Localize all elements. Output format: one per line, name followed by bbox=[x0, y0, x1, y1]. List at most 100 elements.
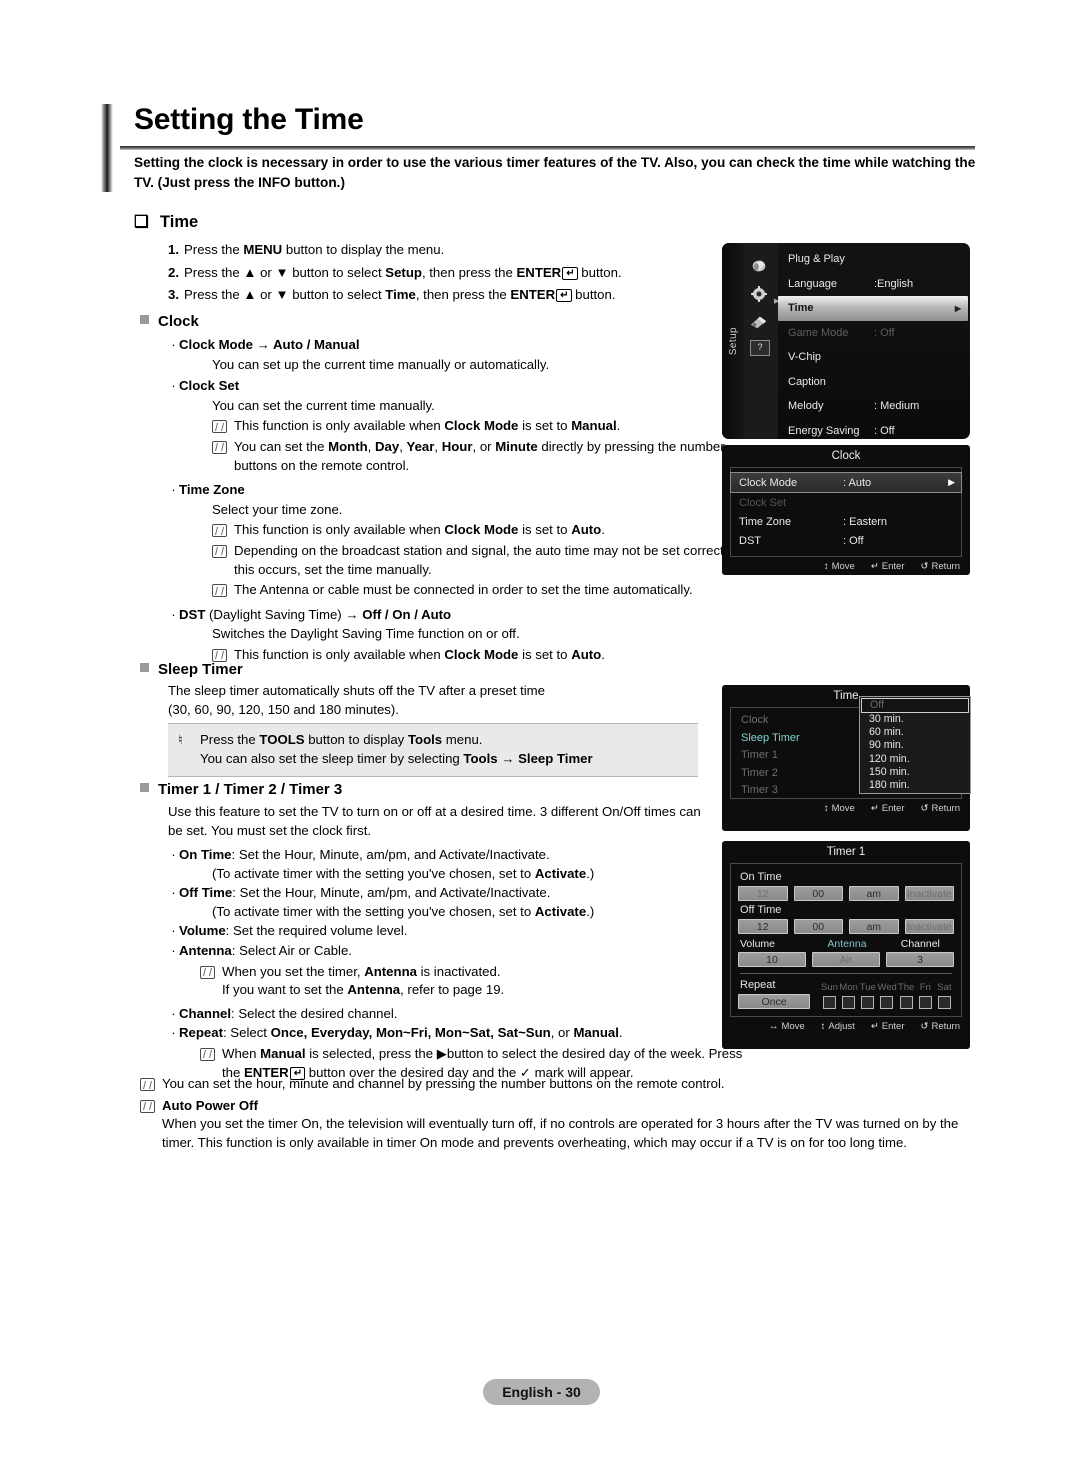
timer-menu-title: Timer 1 bbox=[826, 846, 866, 858]
on-time-label: On Time bbox=[740, 871, 782, 883]
enter-key-icon: ↵ bbox=[870, 561, 879, 572]
clock-menu-title: Clock bbox=[831, 450, 861, 462]
setup-item-energy-saving[interactable]: Energy Saving : Off bbox=[778, 419, 970, 440]
footer-adjust: ↕ Adjust bbox=[820, 1021, 855, 1032]
day-checkbox[interactable] bbox=[880, 996, 894, 1009]
day-tue[interactable]: Tue bbox=[858, 982, 877, 1009]
sleep-option-180[interactable]: 180 min. bbox=[861, 779, 969, 792]
channel-value[interactable]: 3 bbox=[886, 952, 954, 967]
section-heading-sleep-timer: Sleep Timer bbox=[140, 661, 740, 680]
header-accent-bar bbox=[101, 104, 113, 192]
day-wed[interactable]: Wed bbox=[877, 982, 897, 1009]
repeat-left: Repeat Once bbox=[738, 979, 810, 1009]
on-time-minute[interactable]: 00 bbox=[793, 886, 843, 901]
off-time-activate[interactable]: Inactivate bbox=[904, 919, 954, 934]
footer-enter: ↵ Enter bbox=[870, 561, 905, 572]
day-sat[interactable]: Sat bbox=[935, 982, 954, 1009]
bullet-icon: · bbox=[171, 606, 176, 622]
setup-item-v-chip[interactable]: V-Chip bbox=[778, 345, 970, 370]
setup-item-caption[interactable]: Caption bbox=[778, 370, 970, 395]
footer-enter: ↵ Enter bbox=[870, 803, 905, 814]
bullet-icon: · bbox=[171, 337, 176, 352]
step-1: 1. Press the MENU button to display the … bbox=[168, 241, 748, 260]
tv-setup-menu: Setup ? ▶ Plug & Play Language :English … bbox=[722, 243, 970, 439]
setup-item-melody[interactable]: Melody : Medium bbox=[778, 394, 970, 419]
tv-timer1-menu: Timer 1 On Time 12 00 am Inactivate Off … bbox=[722, 841, 970, 1049]
clock-row-clock-set: Clock Set bbox=[739, 496, 787, 509]
sleep-desc-line1: The sleep timer automatically shuts off … bbox=[168, 683, 545, 698]
clock-row-clock-mode[interactable]: Clock Mode : Auto ▶ bbox=[730, 472, 962, 493]
volume-item: · Volume: Set the required volume level. bbox=[168, 922, 748, 941]
day-thu[interactable]: The bbox=[897, 982, 916, 1009]
off-time-ampm[interactable]: am bbox=[849, 919, 899, 934]
day-checkbox[interactable] bbox=[842, 996, 856, 1009]
day-mon[interactable]: Mon bbox=[839, 982, 858, 1009]
antenna-note-2: If you want to set the Antenna, refer to… bbox=[222, 982, 505, 998]
setup-icon-column: ? bbox=[744, 243, 778, 439]
step-1-text: Press the MENU button to display the men… bbox=[184, 242, 445, 257]
chevron-right-icon: ▶ bbox=[948, 477, 955, 487]
on-time-item: · On Time: Set the Hour, Minute, am/pm, a… bbox=[168, 846, 748, 883]
channel-item: · Channel: Select the desired channel. bbox=[168, 1005, 748, 1024]
off-time-hour[interactable]: 12 bbox=[738, 919, 788, 934]
timer-menu-body: On Time 12 00 am Inactivate Off Time 12 … bbox=[730, 863, 962, 1017]
setup-item-language[interactable]: Language :English bbox=[778, 272, 970, 297]
sleep-option-30[interactable]: 30 min. bbox=[861, 713, 969, 726]
day-checkbox[interactable] bbox=[823, 996, 836, 1009]
step-2-text: Press the ▲ or ▼ button to select Setup,… bbox=[184, 264, 622, 280]
tv-sleep-timer-menu: Time Clock Sleep Timer Timer 1 Timer 2 T… bbox=[722, 685, 971, 831]
antenna-value: Air bbox=[812, 952, 880, 967]
sleep-option-off[interactable]: Off bbox=[861, 698, 969, 713]
tv-clock-menu: Clock Clock Mode : Auto ▶ Clock Set Time… bbox=[722, 445, 970, 575]
hand-icon[interactable] bbox=[748, 257, 774, 279]
tools-callout: ♮ Press the TOOLS button to display Tool… bbox=[168, 723, 698, 778]
off-time-minute[interactable]: 00 bbox=[793, 919, 843, 934]
time-zone-note-1: This function is only available when Clo… bbox=[212, 521, 748, 540]
volume-value[interactable]: 10 bbox=[738, 952, 806, 967]
off-time-item: · Off Time: Set the Hour, Minute, am/pm, … bbox=[168, 884, 748, 921]
auto-power-off-desc: When you set the timer On, the televisio… bbox=[162, 1116, 959, 1150]
filled-square-icon bbox=[140, 663, 149, 672]
antenna-note-1: When you set the timer, Antenna is inact… bbox=[200, 963, 748, 982]
dst-desc: Switches the Daylight Saving Time functi… bbox=[212, 626, 520, 642]
day-checkbox[interactable] bbox=[899, 996, 913, 1009]
repeat-days: Sun Mon Tue Wed The Fri Sat bbox=[816, 982, 954, 1009]
step-3: 3. Press the ▲ or ▼ button to select Tim… bbox=[168, 286, 748, 305]
clock-set-note-1: This function is only available when Clo… bbox=[212, 417, 748, 436]
sleep-option-90[interactable]: 90 min. bbox=[861, 739, 969, 752]
question-mark-icon[interactable]: ? bbox=[750, 340, 770, 356]
step-2: 2. Press the ▲ or ▼ button to select Set… bbox=[168, 264, 748, 283]
note-icon bbox=[212, 440, 227, 454]
day-checkbox[interactable] bbox=[861, 996, 875, 1009]
bullet-icon: · bbox=[171, 847, 176, 862]
clock-row-time-zone[interactable]: Time Zone : Eastern bbox=[731, 512, 961, 531]
remote-pointer-icon[interactable] bbox=[748, 313, 774, 335]
setup-item-plug-and-play[interactable]: Plug & Play bbox=[778, 247, 970, 272]
sleep-menu-footer: ↕ Move ↵ Enter ↺ Return bbox=[722, 799, 970, 814]
on-time-activate[interactable]: Inactivate bbox=[904, 886, 954, 901]
setup-item-time[interactable]: Time ▶ bbox=[778, 296, 968, 321]
on-time-ampm[interactable]: am bbox=[849, 886, 899, 901]
day-sun[interactable]: Sun bbox=[820, 982, 839, 1009]
gear-icon[interactable] bbox=[748, 285, 774, 307]
sleep-option-150[interactable]: 150 min. bbox=[861, 766, 969, 779]
clock-mode-desc: You can set up the current time manually… bbox=[212, 356, 550, 372]
updown-arrow-icon: ↕ bbox=[823, 561, 829, 572]
sleep-option-120[interactable]: 120 min. bbox=[861, 753, 969, 766]
note-icon bbox=[212, 420, 227, 434]
clock-menu-footer: ↕ Move ↵ Enter ↺ Return bbox=[722, 557, 970, 572]
note-icon bbox=[140, 1078, 155, 1091]
on-time-hour[interactable]: 12 bbox=[738, 886, 788, 901]
repeat-row: Repeat Once Sun Mon Tue Wed The Fri Sat bbox=[738, 979, 954, 1009]
repeat-value[interactable]: Once bbox=[738, 994, 810, 1009]
time-zone-desc: Select your time zone. bbox=[212, 501, 343, 517]
updown-arrow-icon: ↕ bbox=[820, 1021, 826, 1032]
day-checkbox[interactable] bbox=[918, 996, 932, 1009]
sleep-option-60[interactable]: 60 min. bbox=[861, 726, 969, 739]
clock-row-dst[interactable]: DST : Off bbox=[731, 531, 961, 550]
off-time-label: Off Time bbox=[740, 904, 782, 916]
auto-power-off-title: Auto Power Off bbox=[162, 1097, 258, 1113]
sleep-timer-dropdown[interactable]: Off 30 min. 60 min. 90 min. 120 min. 150… bbox=[859, 696, 971, 795]
day-fri[interactable]: Fri bbox=[916, 982, 935, 1009]
day-checkbox[interactable] bbox=[937, 996, 951, 1009]
